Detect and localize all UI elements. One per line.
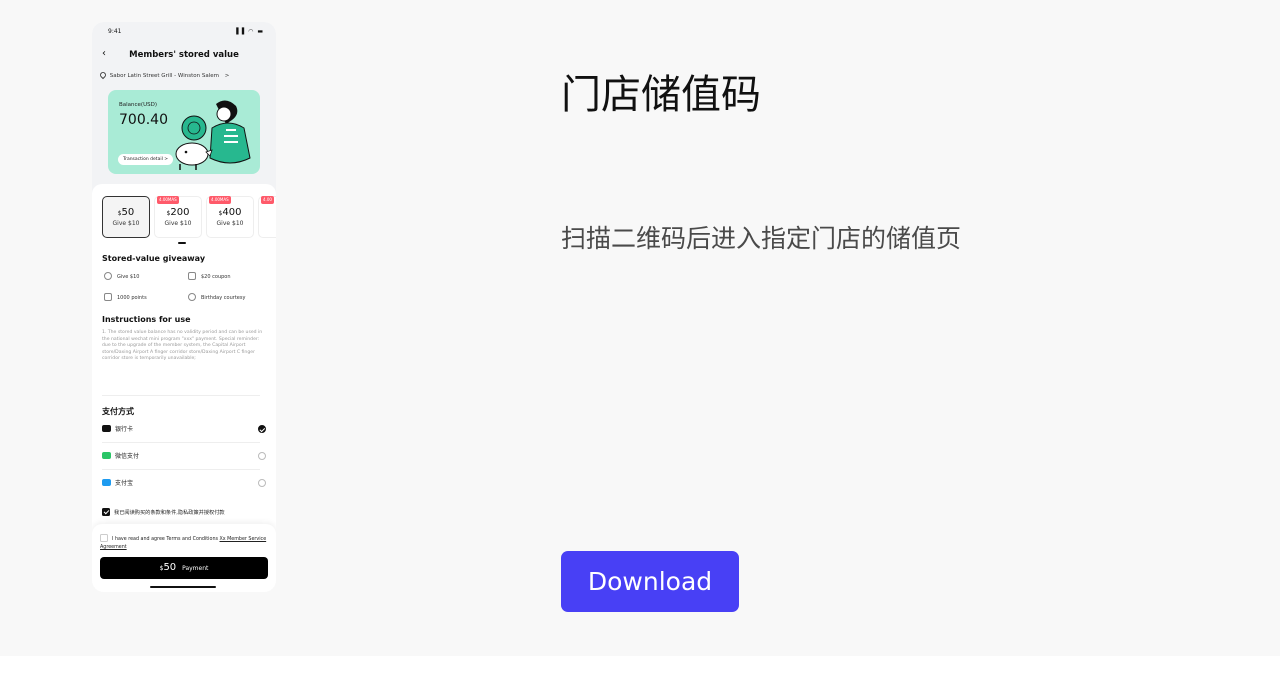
card-icon — [102, 425, 111, 432]
phone-mockup: 9:41 ▐▐ ◠ ▬ ‹ Members' stored value Sabo… — [92, 22, 276, 592]
transaction-detail-link[interactable]: Transaction detail > — [118, 154, 174, 165]
payment-method-wechat[interactable]: 微信支付 — [102, 451, 266, 463]
gift-item: Give $10 — [104, 272, 139, 280]
nav-title: Members' stored value — [129, 50, 239, 60]
agree-terms-cn[interactable]: 我已阅读购买的条款和条件,隐私政策并授权付款 — [102, 508, 225, 516]
checkbox-checked[interactable] — [102, 508, 110, 516]
amount-option-200[interactable]: 4.00MAS $200 Give $10 — [154, 196, 202, 238]
money-icon — [104, 272, 112, 280]
carousel-indicator — [178, 242, 186, 244]
phone-header: 9:41 ▐▐ ◠ ▬ ‹ Members' stored value Sabo… — [92, 22, 276, 194]
balance-card: Balance(USD) 700.40 Transaction detail > — [108, 90, 260, 174]
signal-battery-icon: ▐▐ ◠ ▬ — [234, 28, 264, 35]
instructions-text: 1. The stored value balance has no valid… — [102, 330, 263, 362]
piggy-bank-illustration — [175, 100, 251, 170]
download-button[interactable]: Download — [561, 551, 739, 612]
store-selector[interactable]: Sabor Latin Street Grill - Winston Salem… — [98, 70, 230, 80]
alipay-icon — [102, 479, 111, 486]
amount-give: Give $10 — [216, 220, 244, 227]
amount-value: 50 — [121, 207, 135, 218]
divider — [102, 442, 260, 443]
amount-give: Give $10 — [112, 220, 140, 227]
page-description: 扫描二维码后进入指定门店的储值页 — [561, 224, 962, 253]
store-name: Sabor Latin Street Grill - Winston Salem — [109, 73, 219, 79]
amount-give: Gi — [259, 220, 276, 227]
agree-terms-en[interactable]: I have read and agree Terms and Conditio… — [100, 534, 268, 552]
page-title: 门店储值码 — [561, 72, 761, 118]
payment-title: 支付方式 — [102, 407, 134, 416]
payment-method-alipay[interactable]: 支付宝 — [102, 478, 266, 490]
gift-icon — [188, 293, 196, 301]
amount-option-400[interactable]: 4.00MAS $400 Give $10 — [206, 196, 254, 238]
radio-selected[interactable] — [258, 425, 266, 433]
balance-value: 700.40 — [119, 112, 168, 128]
discount-tag: 4.00MAS — [157, 196, 179, 204]
discount-tag: 4.00 — [261, 196, 274, 204]
payment-button[interactable]: $50 Payment — [100, 557, 268, 579]
location-pin-icon — [98, 70, 108, 80]
wechat-icon — [102, 452, 111, 459]
radio-unselected[interactable] — [258, 452, 266, 460]
giveaway-title: Stored-value giveaway — [102, 254, 206, 263]
bottom-bar: I have read and agree Terms and Conditio… — [92, 524, 276, 592]
gift-item: $20 coupon — [188, 272, 231, 280]
discount-tag: 4.00MAS — [209, 196, 231, 204]
divider — [102, 395, 260, 396]
gift-item: Birthday courtesy — [188, 293, 245, 301]
amount-option-50[interactable]: $50 Give $10 — [102, 196, 150, 238]
payment-method-bank-card[interactable]: 银行卡 — [102, 424, 266, 436]
home-indicator — [150, 586, 216, 588]
points-icon — [104, 293, 112, 301]
nav-bar: ‹ Members' stored value — [92, 48, 276, 64]
divider — [102, 469, 260, 470]
radio-unselected[interactable] — [258, 479, 266, 487]
balance-label: Balance(USD) — [119, 102, 157, 108]
amount-value: 200 — [170, 207, 190, 218]
amount-value: 400 — [222, 207, 242, 218]
gift-item: 1000 points — [104, 293, 147, 301]
amount-give: Give $10 — [164, 220, 192, 227]
amount-options: $50 Give $10 4.00MAS $200 Give $10 4.00M… — [102, 196, 276, 240]
checkbox-unchecked[interactable] — [100, 534, 108, 542]
status-time: 9:41 — [108, 28, 122, 35]
page: 9:41 ▐▐ ◠ ▬ ‹ Members' stored value Sabo… — [0, 0, 1280, 656]
chevron-right-icon: > — [224, 73, 230, 79]
content-sheet: $50 Give $10 4.00MAS $200 Give $10 4.00M… — [92, 184, 276, 592]
instructions-title: Instructions for use — [102, 315, 191, 324]
status-bar: 9:41 ▐▐ ◠ ▬ — [108, 28, 264, 38]
coupon-icon — [188, 272, 196, 280]
amount-option-partial[interactable]: 4.00 $ Gi — [258, 196, 276, 238]
